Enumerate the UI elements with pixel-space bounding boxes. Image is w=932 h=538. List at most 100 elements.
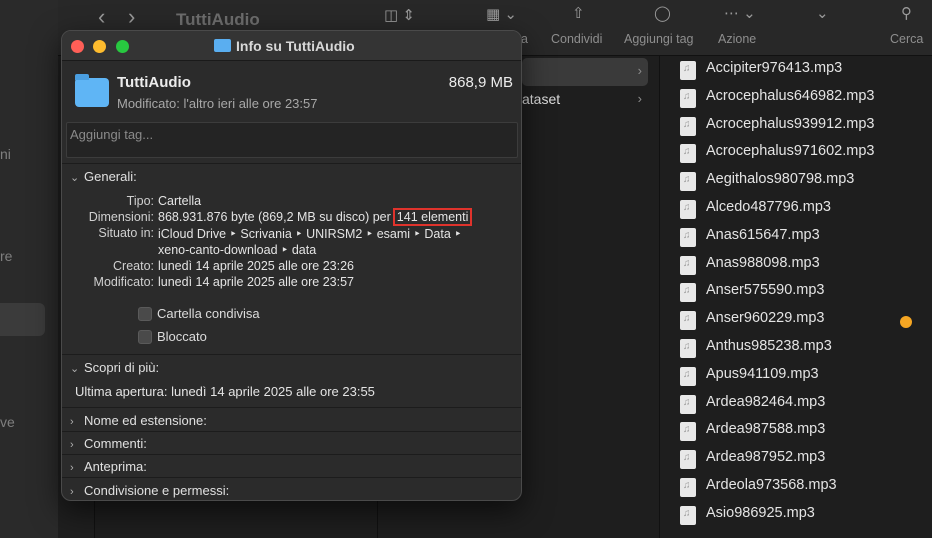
chevron-down-icon[interactable]: ⌄: [816, 4, 829, 22]
file-row[interactable]: Anas615647.mp3: [680, 225, 920, 249]
search-button[interactable]: Cerca: [890, 32, 923, 46]
divider: [62, 477, 521, 478]
file-row[interactable]: Acrocephalus971602.mp3: [680, 141, 920, 165]
tags-field: [66, 122, 518, 158]
file-row[interactable]: Accipiter976413.mp3: [680, 58, 920, 82]
item-count-highlight: 141 elementi: [392, 208, 473, 226]
modified-label: Modificato:: [93, 275, 154, 289]
section-comments-header: Commenti:: [84, 436, 147, 451]
file-name: Asio986925.mp3: [706, 504, 815, 521]
created-label: Creato:: [113, 259, 154, 273]
view-columns-icon[interactable]: ◫ ⇕: [384, 6, 415, 24]
file-row[interactable]: Ardea982464.mp3: [680, 392, 920, 416]
dimensions-text: 868.931.876 byte (869,2 MB su disco) per: [158, 210, 391, 224]
file-row[interactable]: Acrocephalus939912.mp3: [680, 114, 920, 138]
divider: [62, 454, 521, 455]
shared-folder-label: Cartella condivisa: [157, 306, 260, 321]
audio-file-icon: [680, 505, 696, 525]
item-size: 868,9 MB: [448, 74, 513, 91]
sidebar-fragment[interactable]: ni: [0, 146, 11, 162]
info-titlebar[interactable]: Info su TuttiAudio: [62, 31, 521, 61]
action-icon[interactable]: ⋯ ⌄: [724, 4, 756, 22]
shared-folder-checkbox[interactable]: [138, 307, 152, 321]
file-name: Acrocephalus646982.mp3: [706, 87, 875, 104]
back-icon[interactable]: ‹: [98, 4, 105, 30]
audio-file-icon: [680, 422, 696, 442]
info-window: Info su TuttiAudio TuttiAudio 868,9 MB M…: [61, 30, 522, 501]
action-button[interactable]: Azione: [718, 32, 756, 46]
section-name-extension-toggle[interactable]: › Nome ed estensione:: [70, 413, 207, 428]
audio-file-icon: [680, 366, 696, 386]
file-name: Aegithalos980798.mp3: [706, 171, 855, 188]
section-more-header: Scopri di più:: [84, 360, 160, 375]
close-button[interactable]: [71, 40, 84, 53]
column-item-label: ataset: [522, 91, 561, 107]
modified-value: lunedì 14 aprile 2025 alle ore 23:57: [158, 275, 354, 289]
section-general-toggle[interactable]: ⌄ Generali:: [70, 169, 137, 184]
section-sharing-toggle[interactable]: › Condivisione e permessi:: [70, 483, 229, 498]
chevron-right-icon: ›: [637, 63, 642, 78]
last-opened-value: Ultima apertura: lunedì 14 aprile 2025 a…: [75, 384, 375, 399]
group-icon[interactable]: ▦ ⌄: [486, 5, 517, 23]
sidebar-fragment[interactable]: re: [0, 248, 12, 264]
finder-sidebar: ni re ve: [0, 0, 58, 538]
tags-input[interactable]: [67, 123, 517, 145]
type-label: Tipo:: [126, 194, 154, 208]
file-name: Anthus985238.mp3: [706, 338, 832, 354]
file-row[interactable]: Alcedo487796.mp3: [680, 197, 920, 221]
file-row[interactable]: Anser575590.mp3: [680, 280, 920, 304]
chevron-down-icon: ⌄: [70, 172, 80, 184]
file-row[interactable]: Apus941109.mp3: [680, 364, 920, 388]
sidebar-selected-item[interactable]: [0, 303, 45, 336]
tag-icon[interactable]: ◯: [654, 4, 671, 22]
audio-file-icon: [680, 450, 696, 470]
file-row[interactable]: Anthus985238.mp3: [680, 336, 920, 360]
created-value: lunedì 14 aprile 2025 alle ore 23:26: [158, 259, 354, 273]
add-tag-button[interactable]: Aggiungi tag: [624, 32, 694, 46]
section-more-toggle[interactable]: ⌄ Scopri di più:: [70, 360, 159, 375]
share-icon[interactable]: ⇧: [572, 4, 585, 22]
type-value: Cartella: [158, 194, 202, 208]
zoom-button[interactable]: [116, 40, 129, 53]
color-tag-icon: [900, 316, 912, 329]
file-row[interactable]: Anas988098.mp3: [680, 253, 920, 277]
divider: [62, 163, 521, 164]
column-item-dataset[interactable]: ataset ›: [522, 86, 648, 114]
location-path-line1: iCloud Drive ‣ Scrivania ‣ UNIRSM2 ‣ esa…: [158, 227, 462, 241]
file-name: Ardea987952.mp3: [706, 449, 826, 466]
file-row[interactable]: Acrocephalus646982.mp3: [680, 86, 920, 110]
location-label: Situato in:: [98, 226, 154, 240]
chevron-right-icon: ›: [637, 91, 642, 106]
file-row[interactable]: Asio986925.mp3: [680, 503, 920, 527]
file-name: Acrocephalus939912.mp3: [706, 115, 875, 132]
chevron-right-icon: ›: [70, 439, 74, 451]
file-name: Anas988098.mp3: [706, 254, 820, 271]
folder-icon: [214, 39, 231, 52]
audio-file-icon: [680, 172, 696, 192]
file-name: Apus941109.mp3: [706, 365, 819, 382]
forward-icon[interactable]: ›: [128, 4, 135, 30]
sidebar-fragment[interactable]: ve: [0, 414, 15, 430]
dimensions-value: 868.931.876 byte (869,2 MB su disco) per…: [158, 208, 473, 226]
search-icon[interactable]: ⚲: [901, 4, 912, 22]
file-name: Anser960229.mp3: [706, 310, 825, 327]
file-row[interactable]: Ardeola973568.mp3: [680, 475, 920, 499]
audio-file-icon: [680, 339, 696, 358]
section-preview-toggle[interactable]: › Anteprima:: [70, 459, 147, 474]
share-button[interactable]: Condividi: [551, 32, 602, 46]
section-comments-toggle[interactable]: › Commenti:: [70, 436, 147, 451]
chevron-right-icon: ›: [70, 462, 74, 474]
file-row[interactable]: Ardea987952.mp3: [680, 447, 920, 471]
dimensions-label: Dimensioni:: [88, 210, 154, 224]
file-row[interactable]: Ardea987588.mp3: [680, 419, 920, 443]
minimize-button[interactable]: [93, 40, 106, 53]
file-name: Ardeola973568.mp3: [706, 477, 837, 493]
column-item-selected[interactable]: ›: [522, 58, 648, 86]
folder-icon: [75, 74, 109, 107]
audio-file-icon: [680, 61, 696, 80]
locked-checkbox[interactable]: [138, 330, 152, 344]
file-row[interactable]: Aegithalos980798.mp3: [680, 169, 920, 193]
file-row[interactable]: Anser960229.mp3: [680, 308, 920, 332]
section-sharing-header: Condivisione e permessi:: [84, 483, 230, 498]
audio-file-icon: [680, 144, 696, 164]
